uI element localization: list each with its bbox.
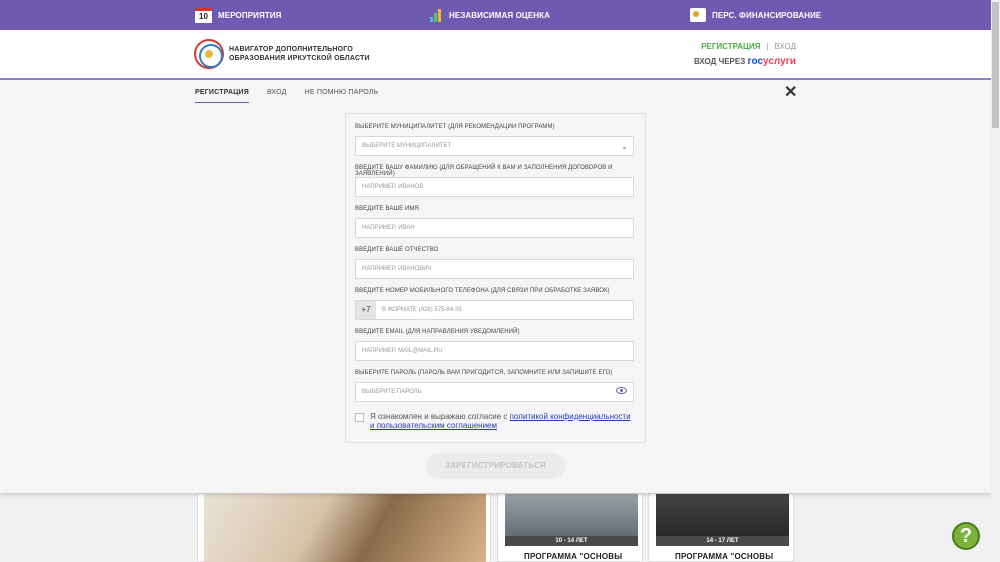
consent-row: Я ознакомлен и выражаю согласие с полити…: [355, 412, 632, 430]
patronymic-label: ВВЕДИТЕ ВАШЕ ОТЧЕСТВО: [355, 247, 439, 253]
chevron-down-icon: ⌄: [621, 142, 628, 151]
name-input[interactable]: НАПРИМЕР, ИВАН: [355, 218, 634, 238]
register-button[interactable]: ЗАРЕГИСТРИРОВАТЬСЯ: [426, 453, 565, 479]
phone-prefix: +7: [356, 301, 376, 319]
gosuslugi-logo-part1: гос: [747, 56, 764, 67]
consent-text: Я ознакомлен и выражаю согласие с полити…: [370, 412, 632, 430]
consent-label: Я ознакомлен и выражаю согласие с: [370, 412, 510, 421]
site-header: НАВИГАТОР ДОПОЛНИТЕЛЬНОГО ОБРАЗОВАНИЯ ИР…: [0, 30, 991, 78]
patronymic-input[interactable]: НАПРИМЕР, ИВАНОВИЧ: [355, 259, 634, 279]
events-link[interactable]: 10 МЕРОПРИЯТИЯ: [195, 0, 282, 30]
phone-input[interactable]: +7 В ФОРМАТЕ (926) 575-84-39: [355, 300, 634, 320]
assessment-link[interactable]: НЕЗАВИСИМАЯ ОЦЕНКА: [430, 0, 550, 30]
tab-registration[interactable]: РЕГИСТРАЦИЯ: [195, 89, 249, 103]
patronymic-placeholder: НАПРИМЕР, ИВАНОВИЧ: [362, 266, 432, 272]
financing-link[interactable]: ПЕРС. ФИНАНСИРОВАНИЕ: [690, 0, 821, 30]
phone-placeholder: В ФОРМАТЕ (926) 575-84-39: [382, 307, 462, 313]
login-via-label: ВХОД ЧЕРЕЗ: [693, 57, 746, 66]
assessment-label: НЕЗАВИСИМАЯ ОЦЕНКА: [449, 10, 551, 20]
registration-form: ВЫБЕРИТЕ МУНИЦИПАЛИТЕТ (ДЛЯ РЕКОМЕНДАЦИИ…: [345, 113, 646, 443]
site-brand[interactable]: НАВИГАТОР ДОПОЛНИТЕЛЬНОГО ОБРАЗОВАНИЯ ИР…: [229, 45, 370, 63]
tab-login[interactable]: ВХОД: [267, 89, 287, 103]
eye-icon[interactable]: [616, 387, 627, 394]
program-photo: [204, 494, 486, 562]
surname-placeholder: НАПРИМЕР, ИВАНОВ: [362, 184, 424, 190]
close-icon[interactable]: ✕: [784, 85, 797, 101]
program-title: ПРОГРАММА "ОСНОВЫ: [524, 552, 623, 561]
logo-emblem[interactable]: [194, 39, 224, 69]
calendar-icon: 10: [195, 7, 212, 23]
municipality-placeholder: ВЫБЕРИТЕ МУНИЦИПАЛИТЕТ: [362, 143, 452, 149]
age-badge: 10 - 14 ЛЕТ: [505, 536, 638, 546]
auth-modal: РЕГИСТРАЦИЯ ВХОД НЕ ПОМНЮ ПАРОЛЬ ✕ ВЫБЕР…: [0, 80, 991, 493]
scrollbar-thumb[interactable]: [992, 2, 999, 128]
municipality-label: ВЫБЕРИТЕ МУНИЦИПАЛИТЕТ (ДЛЯ РЕКОМЕНДАЦИИ…: [355, 124, 555, 130]
login-link[interactable]: ВХОД: [774, 42, 796, 51]
phone-label: ВВЕДИТЕ НОМЕР МОБИЛЬНОГО ТЕЛЕФОНА (ДЛЯ С…: [355, 288, 610, 294]
programs-list: 10 - 14 ЛЕТ ПРОГРАММА "ОСНОВЫ 14 - 17 ЛЕ…: [0, 493, 991, 562]
password-placeholder: ВЫБЕРИТЕ ПАРОЛЬ: [362, 389, 422, 395]
age-badge: 14 - 17 ЛЕТ: [656, 536, 789, 546]
auth-separator: |: [766, 42, 769, 51]
events-label: МЕРОПРИЯТИЯ: [218, 10, 282, 20]
brand-line-2: ОБРАЗОВАНИЯ ИРКУТСКОЙ ОБЛАСТИ: [229, 55, 370, 62]
municipality-select[interactable]: ВЫБЕРИТЕ МУНИЦИПАЛИТЕТ ⌄: [355, 136, 634, 156]
email-input[interactable]: НАПРИМЕР, MAIL@MAIL.RU: [355, 341, 634, 361]
surname-input[interactable]: НАПРИМЕР, ИВАНОВ: [355, 177, 634, 197]
email-label: ВВЕДИТЕ EMAIL (ДЛЯ НАПРАВЛЕНИЯ УВЕДОМЛЕН…: [355, 329, 520, 335]
name-placeholder: НАПРИМЕР, ИВАН: [362, 225, 415, 231]
help-button[interactable]: ?: [952, 522, 980, 550]
email-placeholder: НАПРИМЕР, MAIL@MAIL.RU: [362, 348, 443, 354]
password-label: ВЫБЕРИТЕ ПАРОЛЬ (ПАРОЛЬ ВАМ ПРИГОДИТСЯ, …: [355, 370, 613, 376]
password-input[interactable]: ВЫБЕРИТЕ ПАРОЛЬ: [355, 382, 634, 402]
program-card[interactable]: 10 - 14 ЛЕТ ПРОГРАММА "ОСНОВЫ: [497, 493, 643, 562]
gosuslugi-login[interactable]: ВХОД ЧЕРЕЗ госуслуги: [694, 56, 796, 67]
top-navigation-bar: 10 МЕРОПРИЯТИЯ НЕЗАВИСИМАЯ ОЦЕНКА ПЕРС. …: [0, 0, 991, 30]
auth-tabs: РЕГИСТРАЦИЯ ВХОД НЕ ПОМНЮ ПАРОЛЬ: [195, 89, 396, 103]
program-card[interactable]: [197, 493, 491, 562]
program-card[interactable]: 14 - 17 ЛЕТ ПРОГРАММА "ОСНОВЫ: [648, 493, 794, 562]
gosuslugi-logo-part2: услуги: [763, 56, 796, 67]
financing-label: ПЕРС. ФИНАНСИРОВАНИЕ: [712, 10, 822, 20]
page-scrollbar[interactable]: [991, 0, 1000, 562]
tab-forgot-password[interactable]: НЕ ПОМНЮ ПАРОЛЬ: [305, 89, 379, 103]
wallet-icon: [690, 8, 706, 22]
program-title: ПРОГРАММА "ОСНОВЫ: [675, 552, 774, 561]
chart-icon: [430, 8, 443, 22]
register-link[interactable]: РЕГИСТРАЦИЯ: [701, 42, 760, 51]
surname-label: ВВЕДИТЕ ВАШУ ФАМИЛИЮ (ДЛЯ ОБРАЩЕНИЙ К ВА…: [355, 165, 613, 177]
auth-links: РЕГИСТРАЦИЯ | ВХОД ВХОД ЧЕРЕЗ госуслуги: [694, 42, 796, 67]
brand-line-1: НАВИГАТОР ДОПОЛНИТЕЛЬНОГО: [229, 46, 354, 53]
consent-checkbox[interactable]: [355, 413, 364, 422]
name-label: ВВЕДИТЕ ВАШЕ ИМЯ: [355, 206, 419, 212]
